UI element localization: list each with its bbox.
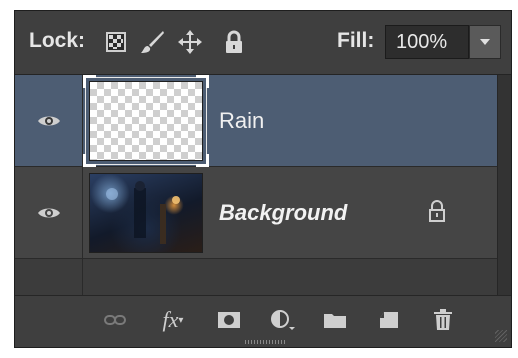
adjustment-layer-icon[interactable] (267, 306, 299, 334)
layers-panel: Lock: Fill: 100% Rain Background fx ▾ (14, 10, 512, 348)
layers-empty-area (15, 259, 497, 295)
link-layers-icon[interactable] (99, 306, 131, 334)
layers-footer-toolbar: fx ▾ (15, 295, 511, 347)
lock-position-icon[interactable] (177, 29, 203, 55)
layer-name[interactable]: Background (219, 200, 347, 226)
lock-image-pixels-icon[interactable] (139, 29, 165, 55)
layers-list: Rain Background (15, 75, 497, 295)
lock-all-icon[interactable] (221, 29, 247, 55)
visibility-column (15, 75, 83, 166)
chevron-down-icon (480, 39, 490, 45)
layers-scrollbar[interactable] (497, 75, 511, 295)
visibility-column (15, 167, 83, 258)
fill-label: Fill: (337, 29, 375, 52)
fx-icon[interactable]: fx ▾ (157, 306, 189, 334)
eye-icon[interactable] (37, 205, 61, 221)
new-group-icon[interactable] (319, 306, 351, 334)
eye-icon[interactable] (37, 113, 61, 129)
new-layer-icon[interactable] (373, 306, 405, 334)
delete-layer-icon[interactable] (427, 306, 459, 334)
lock-transparent-pixels-icon[interactable] (103, 29, 129, 55)
layer-row-rain[interactable]: Rain (15, 75, 497, 167)
panel-resize-grip[interactable] (245, 340, 285, 344)
lock-label: Lock: (29, 29, 86, 52)
layer-thumbnail-background[interactable] (89, 173, 203, 253)
layer-thumbnail-rain[interactable] (89, 81, 203, 161)
resize-corner[interactable] (495, 330, 507, 342)
fill-value-field[interactable]: 100% (385, 25, 469, 59)
lock-fill-bar: Lock: Fill: 100% (15, 11, 511, 75)
add-mask-icon[interactable] (213, 306, 245, 334)
layer-name[interactable]: Rain (219, 108, 264, 134)
layer-row-background[interactable]: Background (15, 167, 497, 259)
fill-dropdown-button[interactable] (469, 25, 501, 59)
layer-locked-icon (427, 199, 447, 223)
fx-label: fx (162, 307, 179, 332)
